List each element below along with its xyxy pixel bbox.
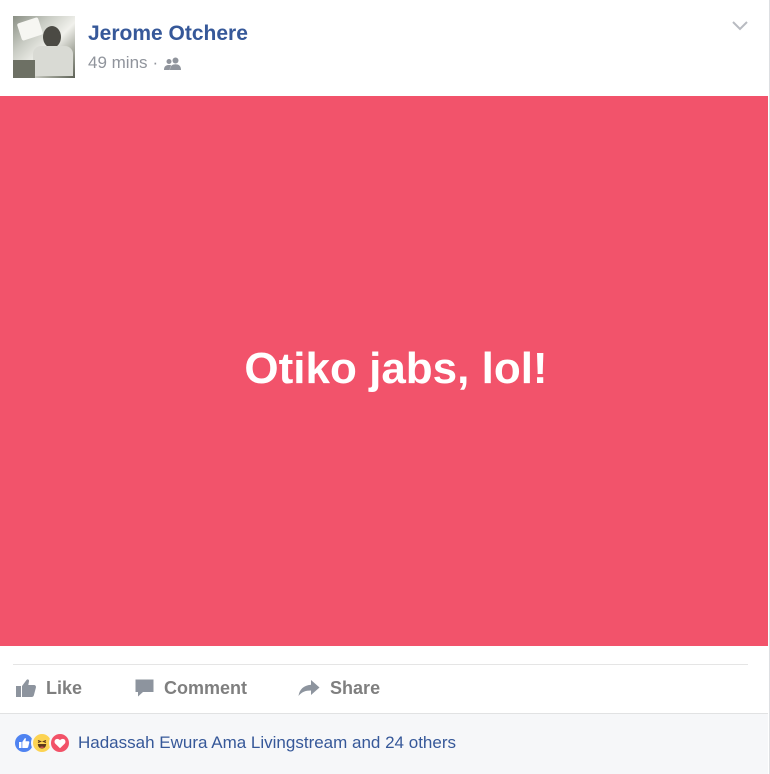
post-meta: 49 mins · (88, 53, 182, 73)
thumbs-up-icon (16, 679, 36, 697)
feed-post: Jerome Otchere 49 mins · Otiko jabs, lol… (0, 0, 770, 774)
friends-icon[interactable] (163, 56, 182, 70)
avatar-detail (16, 17, 44, 41)
meta-separator: · (152, 53, 159, 72)
love-reaction-icon[interactable] (49, 732, 71, 754)
like-button[interactable]: Like (15, 678, 82, 699)
action-bar-divider (13, 664, 748, 665)
reactions-summary: Hadassah Ewura Ama Livingstream and 24 o… (13, 732, 456, 754)
share-label: Share (330, 677, 381, 698)
reaction-icons[interactable] (13, 732, 71, 754)
avatar-detail (43, 26, 61, 48)
reaction-summary-link[interactable]: Hadassah Ewura Ama Livingstream and 24 o… (78, 733, 456, 753)
post-header: Jerome Otchere 49 mins · (0, 0, 768, 96)
comment-icon (135, 679, 154, 697)
like-label: Like (46, 677, 83, 698)
avatar-detail (13, 60, 35, 78)
action-bar: Like Comment Share (13, 666, 748, 710)
post-content-background: Otiko jabs, lol! (0, 96, 768, 646)
comment-button[interactable]: Comment (134, 678, 247, 699)
share-button[interactable]: Share (297, 678, 380, 699)
chevron-down-icon[interactable] (730, 18, 750, 34)
author-name-link[interactable]: Jerome Otchere (88, 22, 248, 46)
author-avatar[interactable] (13, 16, 75, 78)
share-arrow-icon (298, 680, 320, 696)
post-content-text: Otiko jabs, lol! (244, 344, 548, 393)
avatar-detail (33, 46, 73, 76)
post-timestamp[interactable]: 49 mins (88, 53, 148, 73)
comment-label: Comment (164, 677, 248, 698)
reactions-footer: Hadassah Ewura Ama Livingstream and 24 o… (0, 713, 768, 774)
